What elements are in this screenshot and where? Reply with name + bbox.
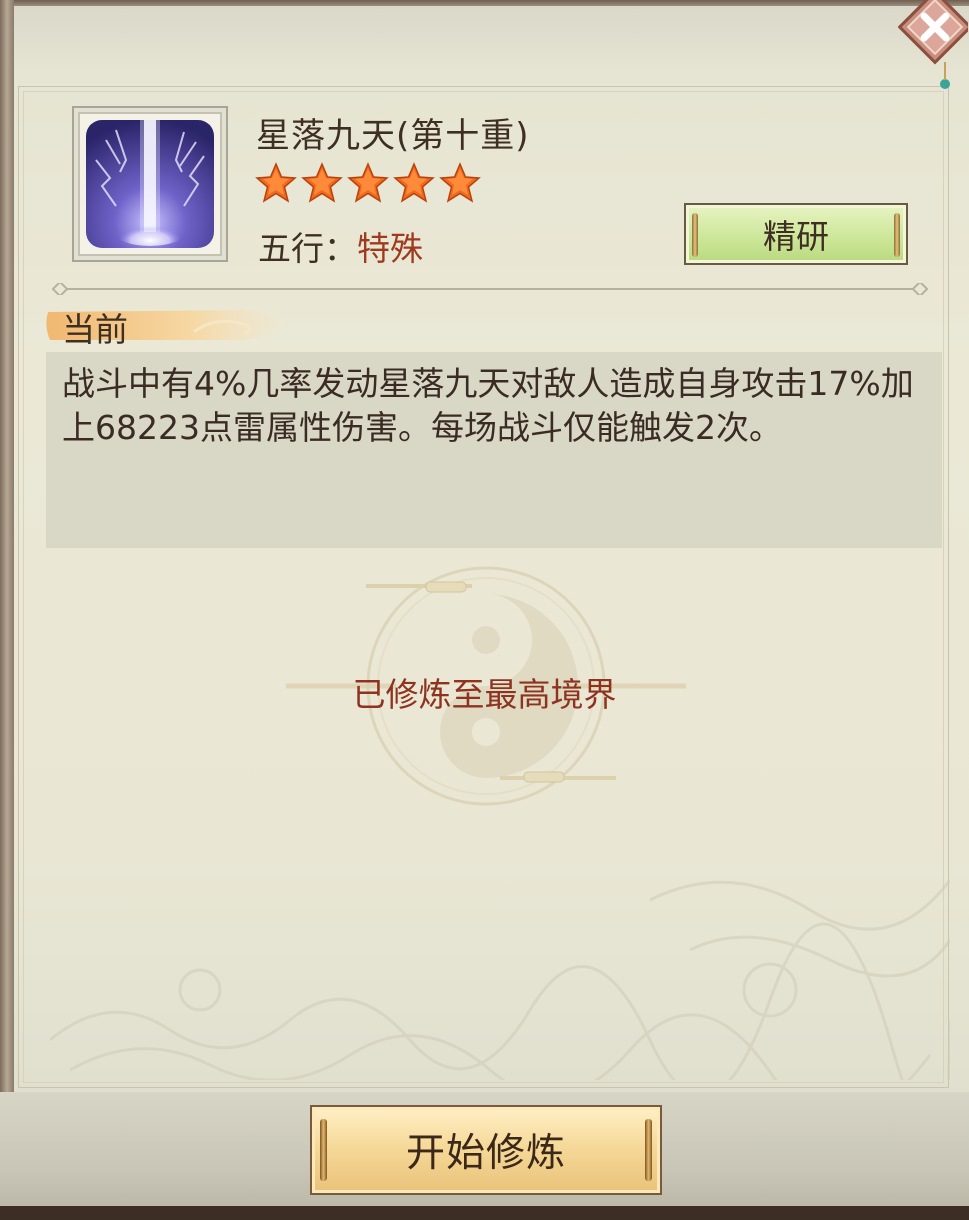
cloud-pattern-decoration (50, 879, 950, 1080)
close-icon (897, 0, 969, 89)
section-divider (52, 283, 928, 295)
close-button[interactable] (897, 0, 969, 90)
panel-top-border (0, 0, 969, 6)
scroll-rod-right (645, 1119, 652, 1181)
wuxing-label: 五行： (258, 229, 357, 268)
star-rating (254, 162, 482, 204)
section-label-current: 当前 (62, 310, 128, 349)
star-icon (301, 162, 343, 203)
max-level-status: 已修炼至最高境界 (352, 675, 617, 714)
panel-left-border (0, 0, 14, 1220)
description-box: 战斗中有4%几率发动星落九天对敌人造成自身攻击17%加上68223点雷属性伤害。… (46, 352, 942, 548)
refine-button[interactable]: 精研 (684, 203, 908, 265)
refine-button-label: 精研 (763, 217, 829, 256)
wuxing-attribute: 五行：特殊 (258, 222, 423, 270)
scroll-rod-left (692, 213, 698, 257)
lightning-strike-icon (86, 120, 214, 248)
star-icon (439, 162, 481, 203)
skill-description: 战斗中有4%几率发动星落九天对敌人造成自身攻击17%加上68223点雷属性伤害。… (62, 364, 914, 447)
skill-name: 星落九天(第十重) (256, 116, 530, 156)
star-icon (347, 162, 389, 203)
scroll-rod-left (320, 1119, 327, 1181)
start-training-button[interactable]: 开始修炼 (310, 1105, 662, 1195)
star-icon (393, 162, 435, 203)
skill-icon-frame[interactable] (72, 106, 228, 262)
wuxing-value: 特殊 (357, 229, 423, 268)
bottom-border (0, 1206, 969, 1220)
scroll-rod-right (894, 213, 900, 257)
star-icon (255, 162, 297, 203)
start-training-label: 开始修炼 (405, 1131, 566, 1176)
